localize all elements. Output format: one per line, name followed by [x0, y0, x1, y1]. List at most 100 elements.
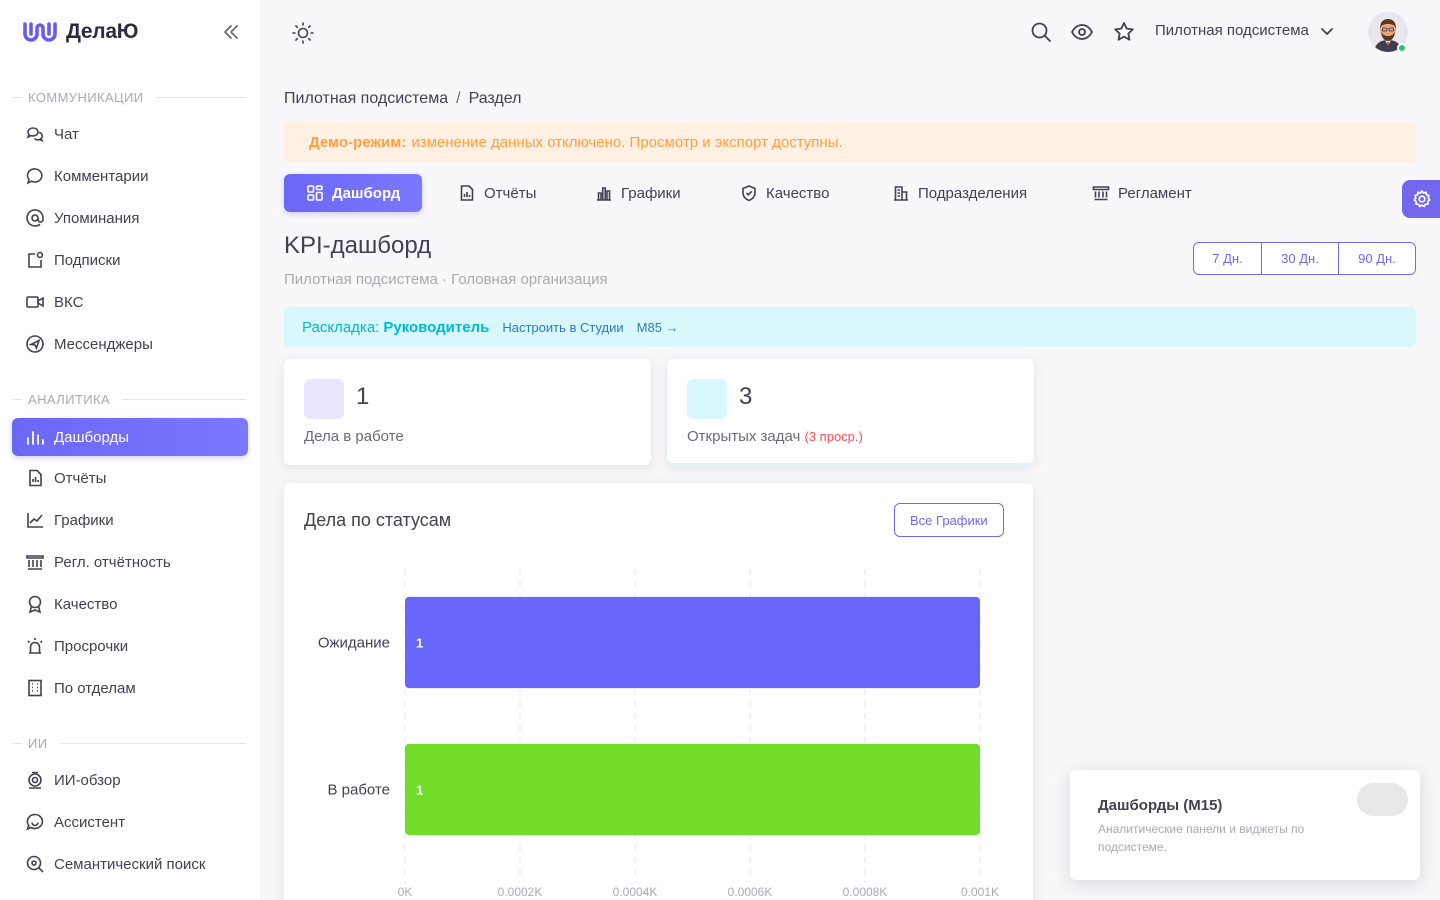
award-icon — [24, 593, 46, 615]
period-30-days-button[interactable]: 30 Дн. — [1262, 243, 1339, 274]
customizer-button[interactable] — [1402, 180, 1440, 218]
section-analytics: АНАЛИТИКА — [12, 389, 246, 409]
status-bar-chart: 0K 0.0002K 0.0004K 0.0006K 0.0008K 0.001K Ожид… — [318, 569, 999, 899]
sidebar-item-messengers[interactable]: Мессенджеры — [12, 325, 248, 363]
kpi-label: Дела в работе — [304, 428, 404, 445]
ai-camera-icon — [24, 769, 46, 791]
office-grid-icon — [24, 677, 46, 699]
semantic-search-icon — [24, 853, 46, 875]
sidebar-item-label: Упоминания — [54, 209, 140, 227]
kpi-value: 1 — [356, 383, 370, 410]
brand-name: ДелаЮ — [66, 20, 139, 43]
tab-label: Качество — [766, 184, 830, 202]
section-title: КОММУНИКАЦИИ — [28, 89, 144, 105]
bar-data-label: 1 — [416, 636, 423, 651]
sidebar-item-label: Отчёты — [54, 469, 107, 487]
star-icon[interactable] — [1112, 20, 1136, 44]
online-status-dot — [1397, 43, 1407, 53]
status-chart-card: Дела по статусам Все Графики 0K 0.0002K 0.… — [284, 483, 1033, 900]
sidebar-item-dashboards[interactable]: Дашборды — [12, 418, 248, 456]
breadcrumb-root[interactable]: Пилотная подсистема — [284, 90, 448, 107]
toast-dismiss-toggle[interactable] — [1357, 783, 1408, 816]
all-charts-button[interactable]: Все Графики — [894, 503, 1004, 537]
tab-dashboard[interactable]: Дашборд — [284, 174, 423, 212]
chat-icon — [24, 123, 46, 145]
layout-role: Руководитель — [383, 318, 490, 336]
tab-departments[interactable]: Подразделения — [892, 174, 1027, 212]
toast-text: Аналитические панели и виджеты по подсис… — [1098, 822, 1305, 854]
sidebar-item-quality[interactable]: Качество — [12, 585, 248, 623]
sidebar-item-charts[interactable]: Графики — [12, 501, 248, 539]
kpi-label-wrap: Дела в работе — [304, 428, 404, 445]
sidebar-item-subscriptions[interactable]: Подписки — [12, 241, 248, 279]
breadcrumb-current: Раздел — [468, 90, 522, 107]
tab-label: Графики — [621, 184, 681, 202]
kpi-icon-placeholder — [304, 379, 344, 419]
y-category-label: В работе — [327, 782, 390, 799]
send-icon — [24, 333, 46, 355]
theme-toggle-sun-icon[interactable] — [290, 20, 316, 46]
period-selector: 7 Дн. 30 Дн. 90 Дн. — [1193, 242, 1416, 275]
alert-text: изменение данных отключено. Просмотр и э… — [411, 133, 843, 151]
alert-title: Демо-режим: — [309, 133, 407, 151]
subsystem-label: Пилотная подсистема — [1155, 22, 1309, 39]
sidebar-item-comments[interactable]: Комментарии — [12, 157, 248, 195]
sidebar-item-mentions[interactable]: Упоминания — [12, 199, 248, 237]
building-columns-icon — [24, 551, 46, 573]
line-chart-icon — [24, 509, 46, 531]
configure-in-studio-link[interactable]: Настроить в Студии — [502, 320, 623, 335]
kpi-label-wrap: Открытых задач (3 проср.) — [687, 428, 863, 445]
y-category-label: Ожидание — [318, 635, 390, 652]
topbar: Пилотная подсистема — [260, 0, 1440, 64]
x-tick-label: 0.0004K — [613, 885, 658, 899]
brand[interactable]: ДелаЮ — [22, 18, 138, 46]
breadcrumb-separator: / — [456, 90, 461, 107]
tab-reports[interactable]: Отчёты — [458, 174, 536, 212]
sidebar-item-ai-overview[interactable]: ИИ-обзор — [12, 761, 248, 799]
sidebar: ДелаЮ КОММУНИКАЦИИ Чат Комментарии Упоми… — [0, 0, 260, 900]
subscription-icon — [24, 249, 46, 271]
subsystem-selector[interactable]: Пилотная подсистема — [1155, 22, 1335, 39]
sidebar-item-overdue[interactable]: Просрочки — [12, 627, 248, 665]
tab-quality[interactable]: Качество — [740, 174, 829, 212]
module-link[interactable]: М85 → — [637, 320, 679, 335]
alarm-icon — [24, 635, 46, 657]
layout-info-bar: Раскладка: Руководитель Настроить в Студ… — [284, 307, 1416, 347]
section-ai: ИИ — [12, 733, 246, 753]
kpi-value: 3 — [739, 383, 753, 410]
sidebar-item-label: ВКС — [54, 293, 84, 311]
kpi-icon-placeholder — [687, 379, 727, 419]
x-tick-label: 0K — [398, 885, 413, 899]
sidebar-item-label: Регл. отчётность — [54, 553, 171, 571]
tab-charts[interactable]: Графики — [595, 174, 681, 212]
sidebar-item-semantic-search[interactable]: Семантический поиск — [12, 845, 248, 883]
at-icon — [24, 207, 46, 229]
section-title: АНАЛИТИКА — [28, 391, 111, 407]
sidebar-item-assistant[interactable]: Ассистент — [12, 803, 248, 841]
eye-icon[interactable] — [1070, 20, 1094, 44]
brand-logo-icon — [23, 22, 57, 42]
sidebar-item-regulatory[interactable]: Регл. отчётность — [12, 543, 248, 581]
period-7-days-button[interactable]: 7 Дн. — [1194, 243, 1262, 274]
sidebar-item-by-departments[interactable]: По отделам — [12, 669, 248, 707]
sidebar-item-vks[interactable]: ВКС — [12, 283, 248, 321]
sidebar-item-label: Мессенджеры — [54, 335, 153, 353]
search-icon[interactable] — [1029, 20, 1053, 44]
chevron-down-icon — [1320, 27, 1333, 35]
assistant-icon — [24, 811, 46, 833]
dashboard-icon — [307, 185, 323, 201]
x-tick-label: 0.001K — [961, 885, 999, 899]
bar-data-label: 1 — [416, 783, 423, 798]
toast-title: Дашборды (М15) — [1098, 797, 1223, 814]
bars-icon — [24, 426, 46, 448]
sidebar-item-reports[interactable]: Отчёты — [12, 459, 248, 497]
sidebar-item-label: Ассистент — [54, 813, 126, 831]
period-90-days-button[interactable]: 90 Дн. — [1339, 243, 1415, 274]
collapse-sidebar-icon[interactable] — [220, 22, 242, 42]
comment-icon — [24, 165, 46, 187]
sidebar-item-label: По отделам — [54, 679, 136, 697]
tab-label: Дашборд — [332, 184, 401, 202]
video-icon — [24, 291, 46, 313]
tab-regulation[interactable]: Регламент — [1092, 174, 1192, 212]
sidebar-item-chat[interactable]: Чат — [12, 115, 248, 153]
